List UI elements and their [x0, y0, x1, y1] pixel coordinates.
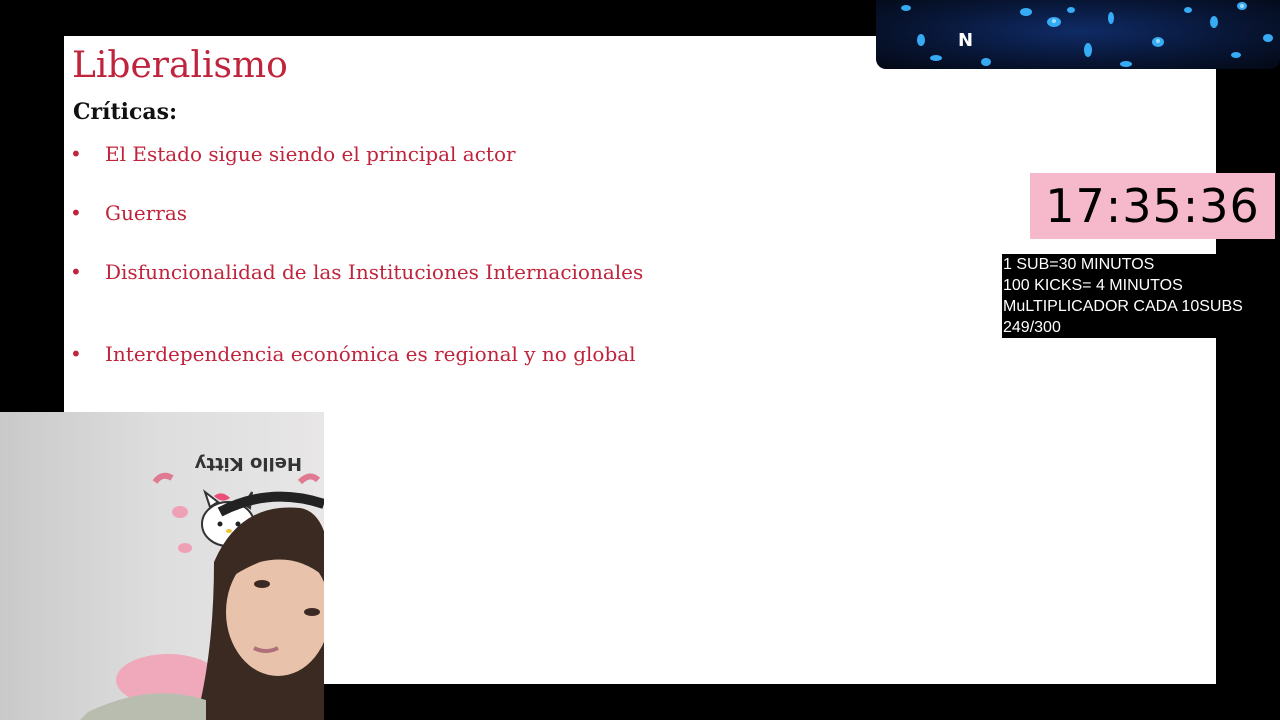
webcam-feed: Hello Kitty [0, 412, 324, 720]
rule-line: 1 SUB=30 MINUTOS [1003, 256, 1155, 273]
timer-value: 17:35:36 [1045, 179, 1260, 233]
bullet-dot: • [70, 201, 82, 225]
slide-subtitle: Críticas: [73, 99, 178, 125]
bullet-text: Disfuncionalidad de las Instituciones In… [105, 260, 644, 284]
stream-timer: 17:35:36 [1030, 173, 1275, 239]
overlay-letter: N [958, 30, 974, 51]
bullet-text: Guerras [105, 201, 188, 225]
slide-title: Liberalismo [72, 45, 288, 86]
bullet-dot: • [70, 142, 82, 166]
neon-bubbles-graphic [901, 2, 1273, 67]
bullet-item: • Disfuncionalidad de las Instituciones … [70, 255, 643, 289]
bullet-dot: • [70, 260, 82, 284]
bullet-item: • El Estado sigue siendo el principal ac… [70, 137, 516, 171]
webcam-scene: Hello Kitty [0, 412, 324, 720]
rule-line: 249/300 [1003, 319, 1061, 336]
bullet-dot: • [70, 342, 82, 366]
bullet-text: Interdependencia económica es regional y… [105, 342, 636, 366]
rule-line: MuLTIPLICADOR CADA 10SUBS [1003, 298, 1243, 315]
stream-screen: Liberalismo Críticas: • El Estado sigue … [0, 0, 1280, 720]
subathon-rules: 1 SUB=30 MINUTOS 100 KICKS= 4 MINUTOS Mu… [1002, 254, 1243, 338]
bullet-item: • Interdependencia económica es regional… [70, 337, 636, 371]
wall-text: Hello Kitty [194, 453, 302, 474]
rule-line: 100 KICKS= 4 MINUTOS [1003, 277, 1183, 294]
neon-overlay: N [876, 0, 1280, 69]
bullet-item: • Guerras [70, 196, 187, 230]
bullet-text: El Estado sigue siendo el principal acto… [105, 142, 516, 166]
